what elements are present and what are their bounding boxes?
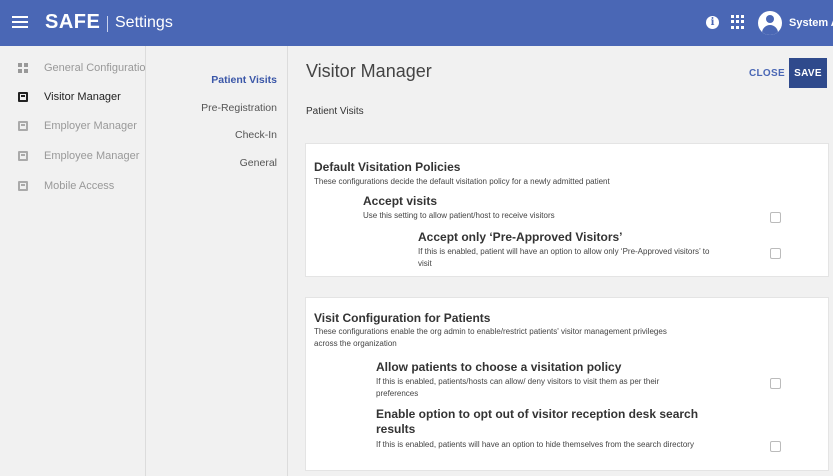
- option-description: If this is enabled, patients will have a…: [376, 440, 694, 449]
- sidebar-item-label: Mobile Access: [44, 180, 115, 192]
- user-name[interactable]: System A: [789, 17, 833, 29]
- choose-visitation-policy-checkbox[interactable]: [770, 378, 781, 389]
- sidebar-item-mobile-access[interactable]: Mobile Access: [0, 173, 146, 199]
- option-title: Accept only ‘Pre-Approved Visitors’: [418, 230, 623, 244]
- brand-divider: [107, 16, 108, 32]
- sidebar-item-label: Employer Manager: [44, 120, 137, 132]
- sidebar-item-label: General Configuration: [44, 62, 152, 74]
- sidebar-item-employee-manager[interactable]: Employee Manager: [0, 143, 146, 169]
- option-description: If this is enabled, patients/hosts can a…: [376, 377, 660, 398]
- subnav-item-patient-visits[interactable]: Patient Visits: [211, 74, 277, 86]
- subnav-item-pre-registration[interactable]: Pre-Registration: [201, 102, 277, 114]
- subnav-item-general[interactable]: General: [240, 157, 277, 169]
- dashboard-icon: [18, 63, 28, 73]
- sidebar-item-label: Visitor Manager: [44, 91, 121, 103]
- card-title: Visit Configuration for Patients: [314, 311, 491, 325]
- sidebar-item-employer-manager[interactable]: Employer Manager: [0, 113, 146, 139]
- save-button[interactable]: SAVE: [789, 58, 827, 88]
- menu-icon[interactable]: [12, 13, 28, 33]
- default-visitation-policies-card: Default Visitation Policies These config…: [305, 143, 829, 277]
- option-title: Allow patients to choose a visitation po…: [376, 360, 622, 374]
- option-description: If this is enabled, patient will have an…: [418, 247, 710, 268]
- sidebar-item-visitor-manager[interactable]: Visitor Manager: [0, 84, 146, 110]
- visit-configuration-card: Visit Configuration for Patients These c…: [305, 297, 829, 471]
- close-button[interactable]: CLOSE: [749, 68, 785, 79]
- opt-out-search-checkbox[interactable]: [770, 441, 781, 452]
- option-title: Accept visits: [363, 194, 438, 208]
- option-description: Use this setting to allow patient/host t…: [363, 211, 555, 220]
- section-label: Patient Visits: [306, 106, 364, 117]
- pre-approved-visitors-checkbox[interactable]: [770, 248, 781, 259]
- book-icon: [18, 92, 28, 102]
- card-description: These configurations enable the org admi…: [314, 327, 667, 348]
- page-subtitle: Settings: [115, 14, 173, 31]
- main-content: Visitor Manager CLOSE SAVE Patient Visit…: [289, 46, 833, 476]
- apps-grid-icon[interactable]: [731, 15, 745, 29]
- option-title: Enable option to opt out of visitor rece…: [376, 407, 699, 436]
- book-icon: [18, 151, 28, 161]
- brand-logo: SAFE: [45, 11, 101, 33]
- sub-navigation: Patient Visits Pre-Registration Check-In…: [146, 46, 288, 476]
- book-icon: [18, 121, 28, 131]
- sidebar-item-label: Employee Manager: [44, 150, 140, 162]
- card-title: Default Visitation Policies: [314, 160, 461, 174]
- avatar[interactable]: [758, 11, 782, 35]
- sidebar: General Configuration Visitor Manager Em…: [0, 46, 152, 476]
- sidebar-item-general-configuration[interactable]: General Configuration: [0, 55, 152, 81]
- info-icon[interactable]: i: [706, 16, 719, 29]
- book-icon: [18, 181, 28, 191]
- page-title: Visitor Manager: [306, 61, 432, 81]
- subnav-item-check-in[interactable]: Check-In: [235, 129, 277, 141]
- accept-visits-checkbox[interactable]: [770, 212, 781, 223]
- card-description: These configurations decide the default …: [314, 177, 610, 186]
- top-bar: SAFE Settings i System A: [0, 0, 833, 46]
